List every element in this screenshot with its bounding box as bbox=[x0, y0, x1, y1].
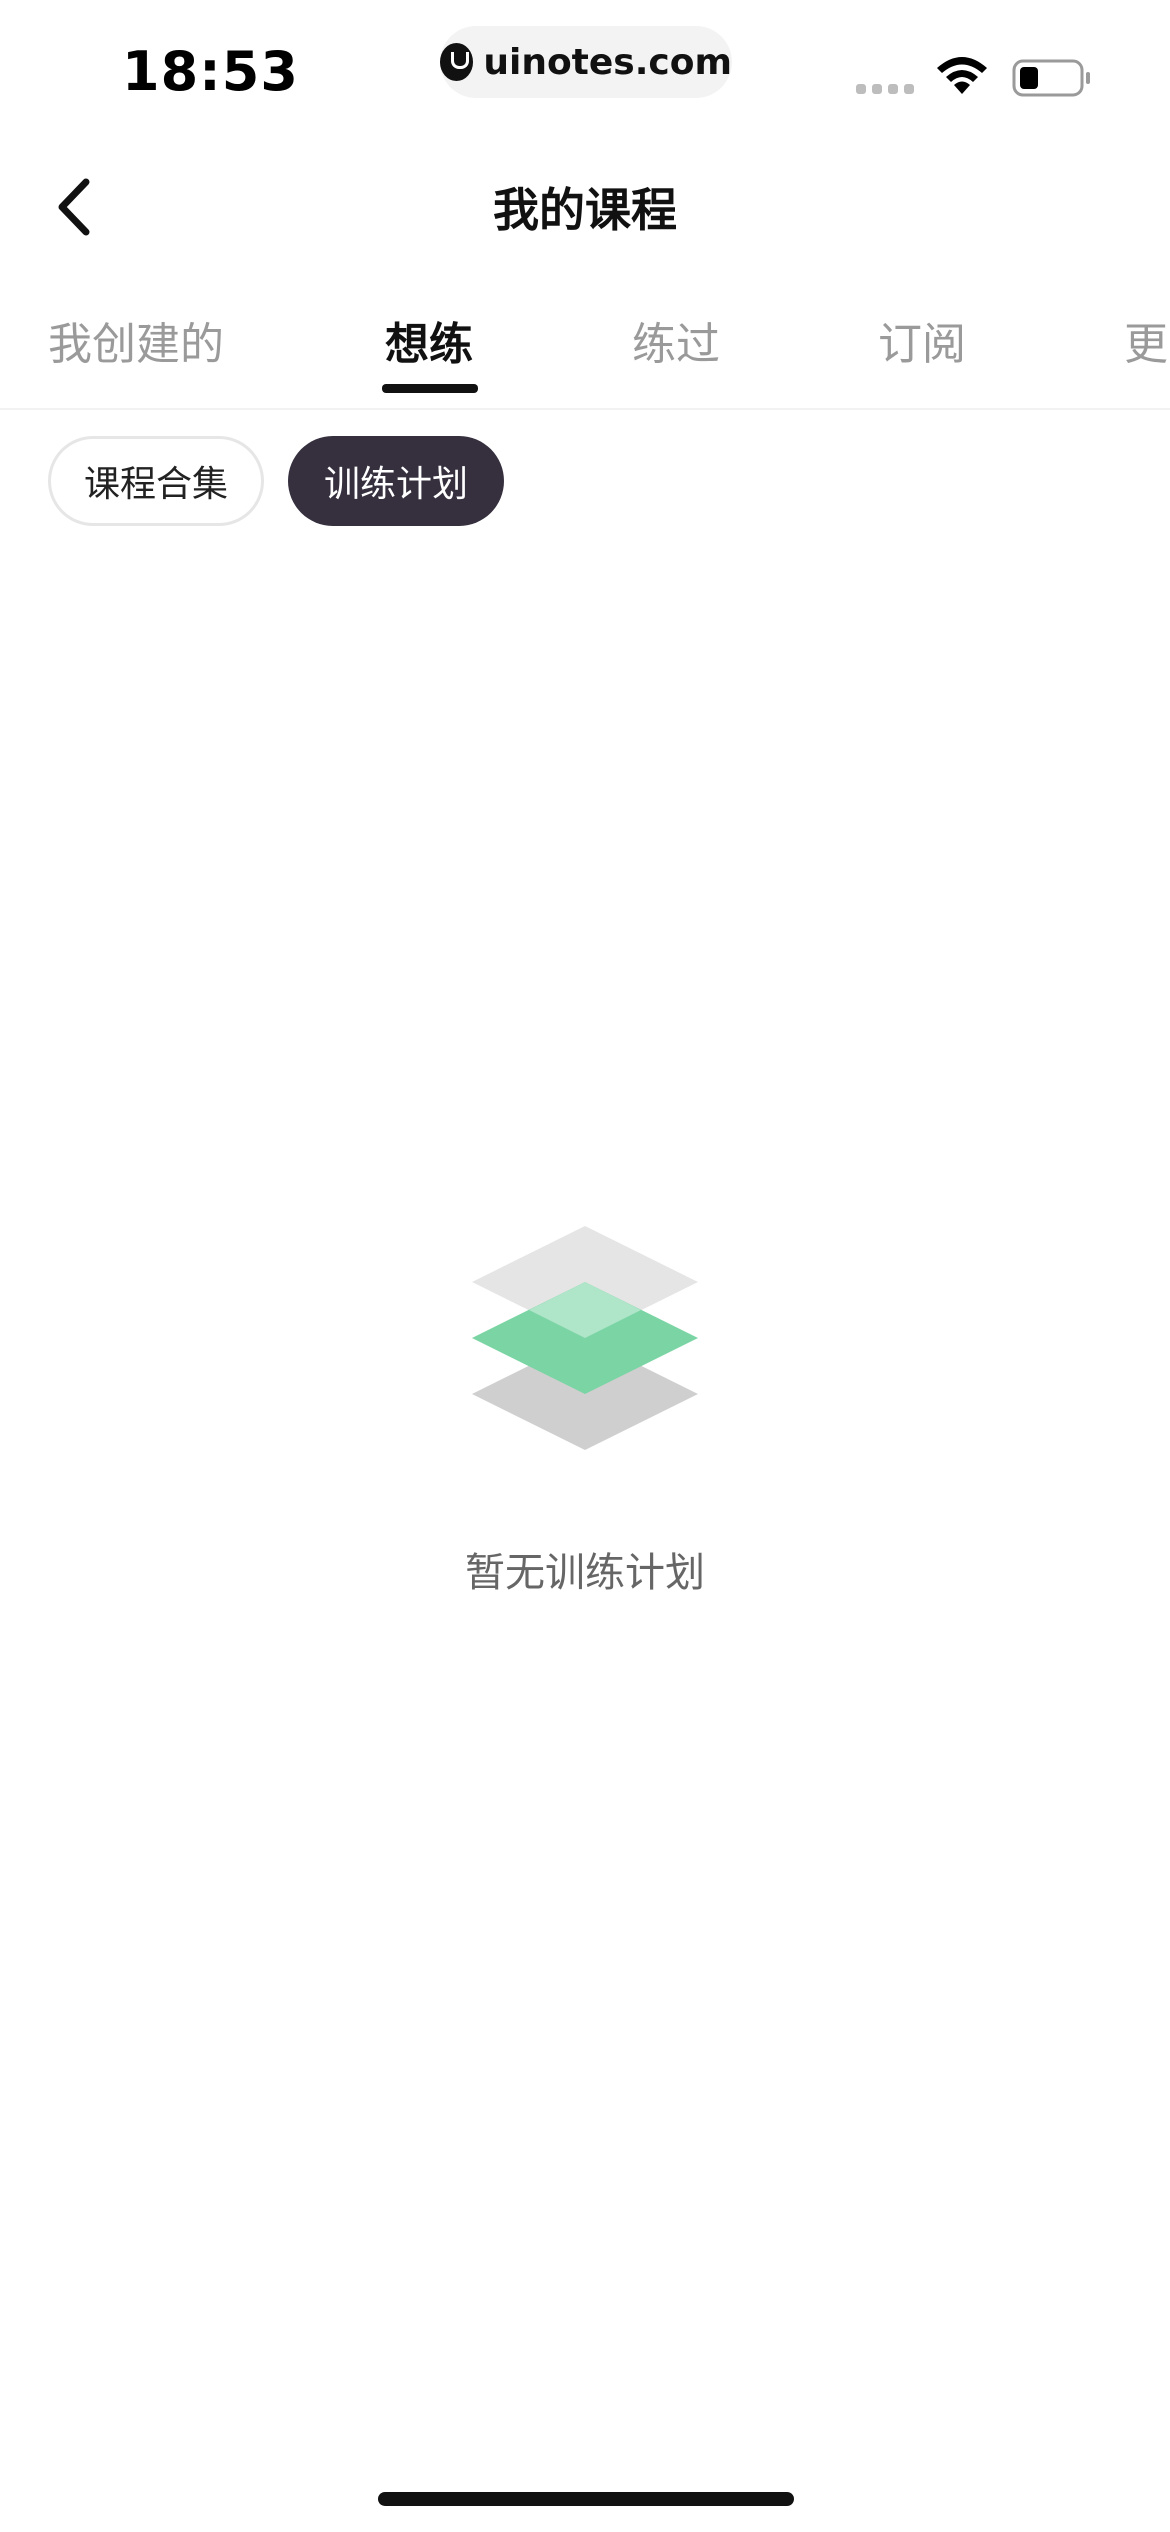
tab-want-to-practice[interactable]: 想练 bbox=[385, 308, 473, 372]
tab-practiced[interactable]: 练过 bbox=[632, 308, 720, 372]
nav-bar: 我的课程 bbox=[0, 150, 1170, 262]
tab-more[interactable]: 更 bbox=[1124, 308, 1168, 372]
page-title: 我的课程 bbox=[493, 183, 677, 237]
url-pill[interactable]: uinotes.com bbox=[440, 26, 732, 98]
signal-icon bbox=[856, 84, 914, 94]
url-text: uinotes.com bbox=[483, 41, 732, 83]
active-tab-indicator bbox=[382, 384, 478, 393]
layers-icon bbox=[472, 1226, 698, 1450]
battery-icon bbox=[1012, 59, 1090, 97]
wifi-icon bbox=[937, 57, 987, 94]
filter-chip-training-plan[interactable]: 训练计划 bbox=[288, 436, 504, 526]
tab-created[interactable]: 我创建的 bbox=[48, 308, 224, 372]
site-logo-icon bbox=[440, 43, 474, 81]
status-time: 18:53 bbox=[122, 40, 299, 103]
empty-state-message: 暂无训练计划 bbox=[465, 1550, 705, 1596]
home-indicator bbox=[378, 2492, 794, 2506]
filter-chip-course-collection[interactable]: 课程合集 bbox=[48, 436, 264, 526]
tab-subscribed[interactable]: 订阅 bbox=[878, 308, 966, 372]
course-tabs: 我创建的 想练 练过 订阅 更 bbox=[0, 296, 1170, 410]
status-bar: 18:53 uinotes.com bbox=[0, 0, 1170, 150]
